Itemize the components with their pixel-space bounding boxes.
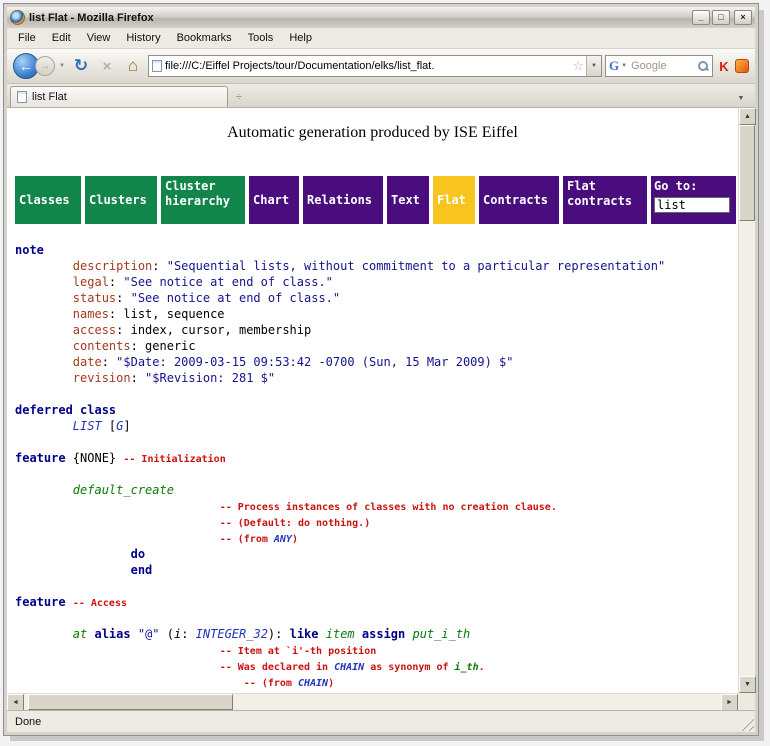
window-title: list Flat - Mozilla Firefox <box>29 12 688 24</box>
menu-tools[interactable]: Tools <box>241 30 281 46</box>
doc-nav-text[interactable]: Text <box>387 176 429 224</box>
search-bar[interactable]: G ▼ <box>605 55 713 77</box>
search-magnifier-icon[interactable] <box>697 60 709 72</box>
menu-file[interactable]: File <box>11 30 43 46</box>
doc-nav-relations[interactable]: Relations <box>303 176 383 224</box>
code-line: -- (Default: do nothing.) <box>15 514 738 530</box>
horizontal-scrollbar[interactable]: ◄ ► <box>7 693 738 710</box>
navigation-toolbar: ← → ▼ ↻ × ⌂ ☆ ▼ G ▼ K <box>7 49 755 84</box>
code-line: status: "See notice at end of class." <box>15 290 738 306</box>
code-line: at alias "@" (i: INTEGER_32): like item … <box>15 626 738 642</box>
tab-splitter-icon[interactable]: ÷ <box>236 91 242 103</box>
firefox-icon <box>10 10 25 25</box>
scroll-right-icon[interactable]: ► <box>721 694 738 711</box>
code-line: -- (from ANY) <box>15 530 738 546</box>
firefox-window: list Flat - Mozilla Firefox _ □ × File E… <box>4 4 758 735</box>
resize-grip-icon[interactable] <box>739 716 754 731</box>
menu-history[interactable]: History <box>119 30 167 46</box>
scroll-left-icon[interactable]: ◄ <box>7 694 24 711</box>
google-icon[interactable]: G <box>609 58 619 74</box>
document-page: Automatic generation produced by ISE Eif… <box>7 108 738 693</box>
search-engine-dropdown-icon[interactable]: ▼ <box>619 63 629 69</box>
horizontal-scroll-track[interactable] <box>24 694 721 710</box>
code-line: -- Was declared in CHAIN as synonym of i… <box>15 658 738 674</box>
code-line <box>15 386 738 402</box>
maximize-button[interactable]: □ <box>712 10 730 25</box>
code-line: feature -- Access <box>15 594 738 610</box>
menu-help[interactable]: Help <box>282 30 319 46</box>
menu-edit[interactable]: Edit <box>45 30 78 46</box>
goto-box: Go to: <box>651 176 736 224</box>
window-controls: _ □ × <box>692 10 752 25</box>
menubar: File Edit View History Bookmarks Tools H… <box>7 28 755 49</box>
code-block: note description: "Sequential lists, wit… <box>15 242 738 690</box>
forward-icon[interactable]: → <box>35 56 55 76</box>
code-line: -- Item at `i'-th position <box>15 642 738 658</box>
goto-input[interactable] <box>654 197 730 213</box>
code-line: default_create <box>15 482 738 498</box>
doc-nav-chart[interactable]: Chart <box>249 176 299 224</box>
code-line: description: "Sequential lists, without … <box>15 258 738 274</box>
addon-k-icon[interactable]: K <box>716 59 732 74</box>
doc-nav-buttons: ClassesClustersCluster hierarchyChartRel… <box>15 176 738 224</box>
doc-nav-cluster-hierarchy[interactable]: Cluster hierarchy <box>161 176 245 224</box>
addon-orange-icon[interactable] <box>735 59 749 73</box>
code-line: -- (from CHAIN) <box>15 674 738 690</box>
titlebar[interactable]: list Flat - Mozilla Firefox _ □ × <box>7 7 755 28</box>
vertical-scroll-thumb[interactable] <box>739 125 755 221</box>
status-text: Done <box>15 716 41 728</box>
doc-nav-clusters[interactable]: Clusters <box>85 176 157 224</box>
code-line <box>15 434 738 450</box>
history-dropdown-icon[interactable]: ▼ <box>58 63 66 69</box>
doc-nav-contracts[interactable]: Contracts <box>479 176 559 224</box>
menu-view[interactable]: View <box>80 30 118 46</box>
content-area: Automatic generation produced by ISE Eif… <box>7 108 755 710</box>
code-line: do <box>15 546 738 562</box>
tab-list-flat[interactable]: list Flat <box>10 86 228 107</box>
tab-list-dropdown-icon[interactable]: ▼ <box>732 95 750 102</box>
vertical-scroll-track[interactable] <box>739 125 755 676</box>
scroll-down-icon[interactable]: ▼ <box>739 676 756 693</box>
code-line: contents: generic <box>15 338 738 354</box>
address-bar[interactable]: ☆ ▼ <box>148 55 602 77</box>
code-line: deferred class <box>15 402 738 418</box>
tab-bar: list Flat ÷ ▼ <box>7 84 755 108</box>
code-line: end <box>15 562 738 578</box>
horizontal-scroll-thumb[interactable] <box>28 694 233 710</box>
code-line: legal: "See notice at end of class." <box>15 274 738 290</box>
code-line: LIST [G] <box>15 418 738 434</box>
code-line: -- Process instances of classes with no … <box>15 498 738 514</box>
goto-label: Go to: <box>654 179 733 194</box>
code-line: feature {NONE} -- Initialization <box>15 450 738 466</box>
code-line: access: index, cursor, membership <box>15 322 738 338</box>
tab-label: list Flat <box>32 91 67 103</box>
vertical-scrollbar[interactable]: ▲ ▼ <box>738 108 755 693</box>
code-line: note <box>15 242 738 258</box>
code-line: names: list, sequence <box>15 306 738 322</box>
home-icon[interactable]: ⌂ <box>121 56 145 76</box>
close-button[interactable]: × <box>734 10 752 25</box>
doc-header: Automatic generation produced by ISE Eif… <box>7 124 738 142</box>
address-input[interactable] <box>162 60 570 72</box>
scroll-up-icon[interactable]: ▲ <box>739 108 756 125</box>
code-line: date: "$Date: 2009-03-15 09:53:42 -0700 … <box>15 354 738 370</box>
reload-icon[interactable]: ↻ <box>69 56 93 76</box>
tab-page-icon <box>17 91 27 103</box>
stop-icon: × <box>96 58 118 75</box>
doc-nav-flat[interactable]: Flat <box>433 176 475 224</box>
bookmark-star-icon[interactable]: ☆ <box>570 58 586 74</box>
minimize-button[interactable]: _ <box>692 10 710 25</box>
status-bar: Done <box>7 710 755 732</box>
address-dropdown-icon[interactable]: ▼ <box>586 56 601 76</box>
code-line <box>15 578 738 594</box>
scrollbar-corner <box>738 693 755 710</box>
code-line <box>15 610 738 626</box>
code-line <box>15 466 738 482</box>
doc-nav-flat-contracts[interactable]: Flat contracts <box>563 176 647 224</box>
doc-nav-classes[interactable]: Classes <box>15 176 81 224</box>
menu-bookmarks[interactable]: Bookmarks <box>170 30 239 46</box>
site-page-icon <box>152 60 162 72</box>
code-line: revision: "$Revision: 281 $" <box>15 370 738 386</box>
search-input[interactable] <box>629 59 697 73</box>
